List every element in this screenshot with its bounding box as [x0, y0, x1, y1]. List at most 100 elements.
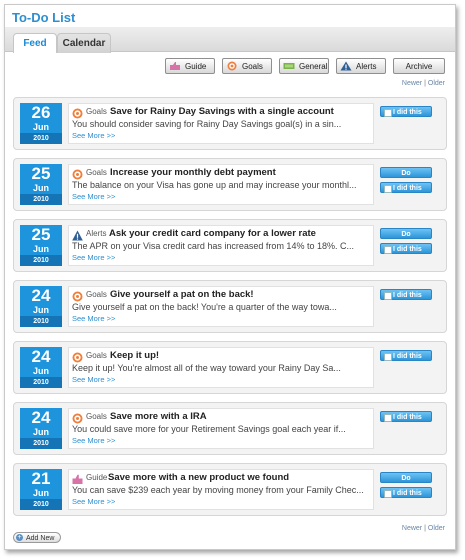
item-category: Goals — [86, 168, 107, 177]
i-did-this-button[interactable]: I did this — [380, 487, 432, 498]
pager-older-link[interactable]: Older — [428, 525, 445, 532]
date-badge: 25 Jun 2010 — [20, 225, 62, 266]
add-new-button[interactable]: + Add New — [13, 532, 61, 543]
see-more-link[interactable]: See More >> — [72, 314, 115, 323]
filter-guide-button[interactable]: Guide — [165, 58, 215, 74]
item-category: Goals — [86, 351, 107, 360]
i-did-this-button[interactable]: I did this — [380, 411, 432, 422]
archive-button[interactable]: Archive — [393, 58, 445, 74]
do-button[interactable]: Do — [380, 167, 432, 178]
date-badge: 24 Jun 2010 — [20, 408, 62, 449]
pager-newer-link[interactable]: Newer — [402, 80, 422, 87]
item-category: Guide — [86, 473, 108, 482]
see-more-link[interactable]: See More >> — [72, 192, 115, 201]
date-day: 24 — [20, 286, 62, 305]
plus-icon: + — [16, 534, 23, 541]
item-description: You could save more for your Retirement … — [72, 424, 346, 434]
tab-feed[interactable]: Feed — [13, 33, 57, 53]
todo-window: To-Do List Feed Calendar Guide Goals Gen… — [4, 4, 456, 550]
item-card: Goals Keep it up! Keep it up! You're alm… — [68, 347, 374, 388]
item-category: Goals — [86, 290, 107, 299]
item-description: You should consider saving for Rainy Day… — [72, 119, 342, 129]
date-year: 2010 — [20, 499, 62, 510]
filter-general-label: General — [299, 62, 328, 71]
filter-alerts-label: Alerts — [356, 62, 377, 71]
item-card: Guide Save more with a new product we fo… — [68, 469, 374, 510]
item-card: Goals Save for Rainy Day Savings with a … — [68, 103, 374, 144]
do-button[interactable]: Do — [380, 472, 432, 483]
date-badge: 25 Jun 2010 — [20, 164, 62, 205]
feed-item: 26 Jun 2010 Goals Save for Rainy Day Sav… — [13, 97, 447, 150]
filter-alerts-button[interactable]: Alerts — [336, 58, 386, 74]
item-description: Keep it up! You're almost all of the way… — [72, 363, 341, 373]
archive-label: Archive — [405, 62, 433, 71]
i-did-this-label: I did this — [393, 109, 422, 116]
item-category: Goals — [86, 412, 107, 421]
filter-goals-label: Goals — [242, 62, 263, 71]
pager-newer-link[interactable]: Newer — [402, 525, 422, 532]
goals-icon — [72, 352, 83, 363]
item-title: Increase your monthly debt payment — [110, 167, 276, 178]
date-day: 25 — [20, 225, 62, 244]
feed-item: 24 Jun 2010 Goals Keep it up! Keep it up… — [13, 341, 447, 394]
alerts-icon — [72, 230, 83, 241]
feed-item: 24 Jun 2010 Goals Save more with a IRA Y… — [13, 402, 447, 455]
date-month: Jun — [20, 183, 62, 194]
filter-goals-button[interactable]: Goals — [222, 58, 272, 74]
i-did-this-button[interactable]: I did this — [380, 243, 432, 254]
item-title: Save more with a new product we found — [108, 472, 290, 483]
item-description: The balance on your Visa has gone up and… — [72, 180, 357, 190]
add-new-label: Add New — [26, 535, 55, 542]
see-more-link[interactable]: See More >> — [72, 497, 115, 506]
guide-icon — [72, 474, 83, 484]
item-title: Ask your credit card company for a lower… — [109, 228, 316, 239]
date-badge: 24 Jun 2010 — [20, 286, 62, 327]
date-month: Jun — [20, 427, 62, 438]
app-title: To-Do List — [12, 10, 76, 25]
alerts-icon — [340, 61, 352, 71]
i-did-this-label: I did this — [393, 490, 422, 497]
tab-calendar[interactable]: Calendar — [57, 33, 111, 53]
goals-icon — [72, 108, 83, 119]
feed-item: 21 Jun 2010 Guide Save more with a new p… — [13, 463, 447, 516]
date-year: 2010 — [20, 316, 62, 327]
goals-icon — [227, 61, 237, 71]
item-title: Save for Rainy Day Savings with a single… — [110, 106, 334, 117]
i-did-this-label: I did this — [393, 246, 422, 253]
date-day: 24 — [20, 347, 62, 366]
item-card: Goals Increase your monthly debt payment… — [68, 164, 374, 205]
checkbox-icon — [384, 353, 392, 361]
do-button[interactable]: Do — [380, 228, 432, 239]
general-icon — [283, 63, 295, 69]
item-card: Goals Save more with a IRA You could sav… — [68, 408, 374, 449]
item-card: Alerts Ask your credit card company for … — [68, 225, 374, 266]
pager-bottom: Newer | Older — [402, 525, 445, 532]
date-day: 26 — [20, 103, 62, 122]
see-more-link[interactable]: See More >> — [72, 375, 115, 384]
date-month: Jun — [20, 122, 62, 133]
date-badge: 21 Jun 2010 — [20, 469, 62, 510]
i-did-this-button[interactable]: I did this — [380, 106, 432, 117]
see-more-link[interactable]: See More >> — [72, 131, 115, 140]
pager-older-link[interactable]: Older — [428, 80, 445, 87]
i-did-this-button[interactable]: I did this — [380, 350, 432, 361]
i-did-this-label: I did this — [393, 353, 422, 360]
item-card: Goals Give yourself a pat on the back! G… — [68, 286, 374, 327]
item-category: Alerts — [86, 229, 107, 238]
see-more-link[interactable]: See More >> — [72, 253, 115, 262]
i-did-this-button[interactable]: I did this — [380, 289, 432, 300]
i-did-this-button[interactable]: I did this — [380, 182, 432, 193]
see-more-link[interactable]: See More >> — [72, 436, 115, 445]
item-description: The APR on your Visa credit card has inc… — [72, 241, 354, 251]
date-badge: 24 Jun 2010 — [20, 347, 62, 388]
date-year: 2010 — [20, 194, 62, 205]
date-day: 25 — [20, 164, 62, 183]
date-month: Jun — [20, 305, 62, 316]
checkbox-icon — [384, 490, 392, 498]
goals-icon — [72, 291, 83, 302]
date-year: 2010 — [20, 133, 62, 144]
filter-general-button[interactable]: General — [279, 58, 329, 74]
item-description: You can save $239 each year by moving mo… — [72, 485, 364, 495]
feed-item: 25 Jun 2010 Goals Increase your monthly … — [13, 158, 447, 211]
date-day: 24 — [20, 408, 62, 427]
